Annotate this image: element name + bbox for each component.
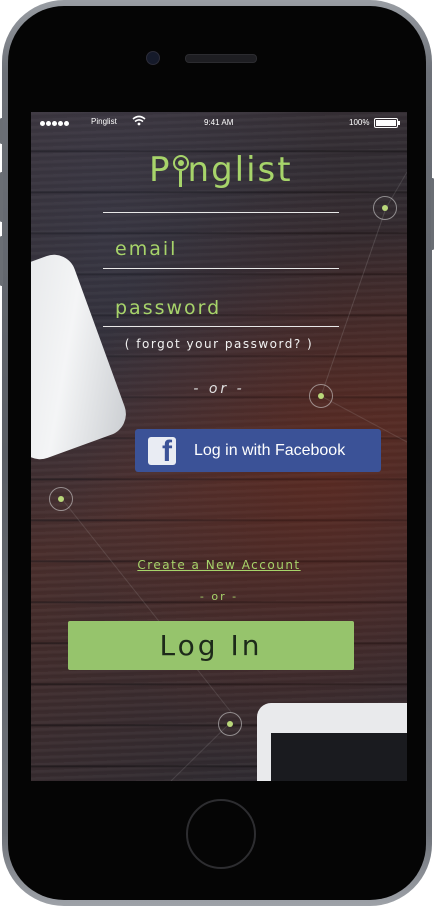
forgot-password-link[interactable]: ( forgot your password? )	[31, 337, 407, 351]
app-logo: P nglist	[149, 148, 293, 192]
earpiece-speaker	[185, 54, 257, 63]
status-bar: Pinglist 9:41 AM 100%	[31, 112, 407, 134]
signal-dots	[40, 119, 70, 128]
logo-suffix: nglist	[187, 150, 293, 190]
top-divider-line	[103, 212, 339, 213]
network-node	[218, 712, 242, 736]
network-node	[49, 487, 73, 511]
facebook-icon: f	[148, 436, 176, 465]
or-separator-small: - or -	[199, 590, 239, 603]
logo-prefix: P	[149, 150, 172, 190]
email-underline	[103, 268, 339, 269]
facebook-login-button[interactable]: f Log in with Facebook	[135, 429, 381, 472]
wifi-icon	[132, 115, 146, 126]
home-button[interactable]	[186, 799, 256, 869]
password-field[interactable]	[113, 293, 337, 323]
volume-down-button	[0, 236, 3, 286]
network-node	[373, 196, 397, 220]
battery-percentage: 100%	[349, 118, 370, 127]
or-separator: - or -	[193, 381, 245, 397]
carrier-name: Pinglist	[91, 117, 117, 126]
front-camera	[146, 51, 160, 65]
facebook-login-label: Log in with Facebook	[194, 441, 346, 459]
app-screen: Pinglist 9:41 AM 100% P nglist ( forgot …	[31, 112, 407, 781]
silent-switch	[0, 118, 3, 144]
login-button[interactable]: Log In	[68, 621, 354, 670]
power-button	[431, 178, 434, 250]
email-field[interactable]	[113, 234, 337, 264]
pin-icon	[172, 151, 189, 189]
status-time: 9:41 AM	[204, 118, 234, 127]
create-account-link[interactable]: Create a New Account	[31, 558, 407, 572]
battery-icon	[374, 118, 400, 128]
volume-up-button	[0, 172, 3, 222]
password-underline	[103, 326, 339, 327]
